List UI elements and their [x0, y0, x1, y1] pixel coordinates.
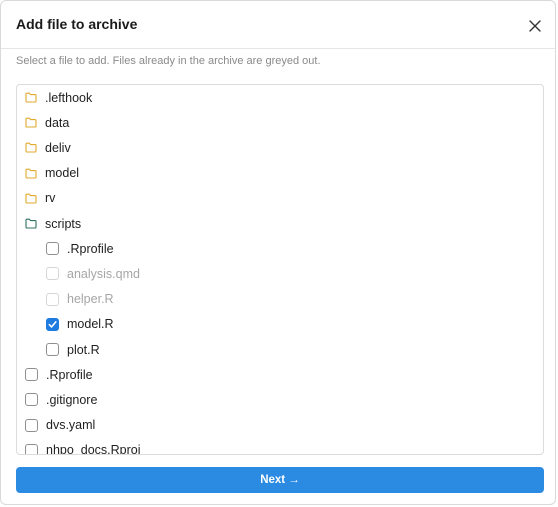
checkbox [46, 267, 59, 281]
header-divider [1, 48, 555, 49]
checkbox[interactable] [25, 443, 38, 454]
file-row: analysis.qmd [46, 261, 140, 286]
folder-icon [25, 117, 37, 128]
folder-icon [25, 92, 37, 103]
folder-row[interactable]: model [25, 161, 79, 186]
folder-row[interactable]: data [25, 110, 69, 135]
file-row[interactable]: plot.R [46, 337, 100, 362]
file-label: model.R [67, 317, 114, 332]
file-row[interactable]: dvs.yaml [25, 413, 95, 438]
next-button[interactable]: Next → [16, 467, 544, 493]
folder-row[interactable]: deliv [25, 135, 71, 160]
folder-open-icon [25, 218, 37, 229]
add-file-dialog: Add file to archive Select a file to add… [0, 0, 556, 505]
file-row[interactable]: .gitignore [25, 387, 97, 412]
folder-label: .lefthook [45, 90, 93, 105]
file-row[interactable]: model.R [46, 312, 114, 337]
folder-label: data [45, 115, 70, 130]
close-icon[interactable] [527, 18, 543, 34]
file-label: analysis.qmd [67, 266, 140, 281]
file-label: .gitignore [46, 392, 98, 407]
checkbox[interactable] [25, 368, 38, 382]
dialog-hint: Select a file to add. Files already in t… [16, 55, 321, 67]
checkbox[interactable] [25, 418, 38, 432]
folder-row[interactable]: .lefthook [25, 85, 92, 110]
checkbox[interactable] [46, 242, 59, 256]
folder-label: model [45, 166, 80, 181]
file-tree[interactable]: .lefthook data deliv model rv scripts .Rprofil… [16, 84, 544, 455]
file-label: dvs.yaml [46, 418, 96, 433]
file-row[interactable]: .Rprofile [25, 362, 93, 387]
checkbox-checked[interactable] [46, 317, 59, 331]
folder-row[interactable]: rv [25, 186, 55, 211]
folder-label: deliv [45, 140, 71, 155]
checkbox[interactable] [25, 393, 38, 407]
dialog-title: Add file to archive [16, 16, 138, 32]
checkbox [46, 292, 59, 306]
folder-label: rv [45, 191, 56, 206]
checkbox[interactable] [46, 343, 59, 356]
file-row: helper.R [46, 287, 114, 312]
file-label: nhpo_docs.Rproj [46, 443, 141, 455]
folder-icon [25, 193, 37, 204]
folder-icon [25, 142, 37, 153]
file-label: helper.R [67, 292, 114, 307]
file-row[interactable]: .Rprofile [46, 236, 114, 261]
file-label: .Rprofile [46, 367, 93, 382]
folder-label: scripts [45, 216, 82, 231]
file-label: .Rprofile [67, 241, 114, 256]
folder-icon [25, 168, 37, 179]
folder-row[interactable]: scripts [25, 211, 81, 236]
file-row[interactable]: nhpo_docs.Rproj [25, 438, 141, 455]
file-label: plot.R [67, 342, 100, 357]
